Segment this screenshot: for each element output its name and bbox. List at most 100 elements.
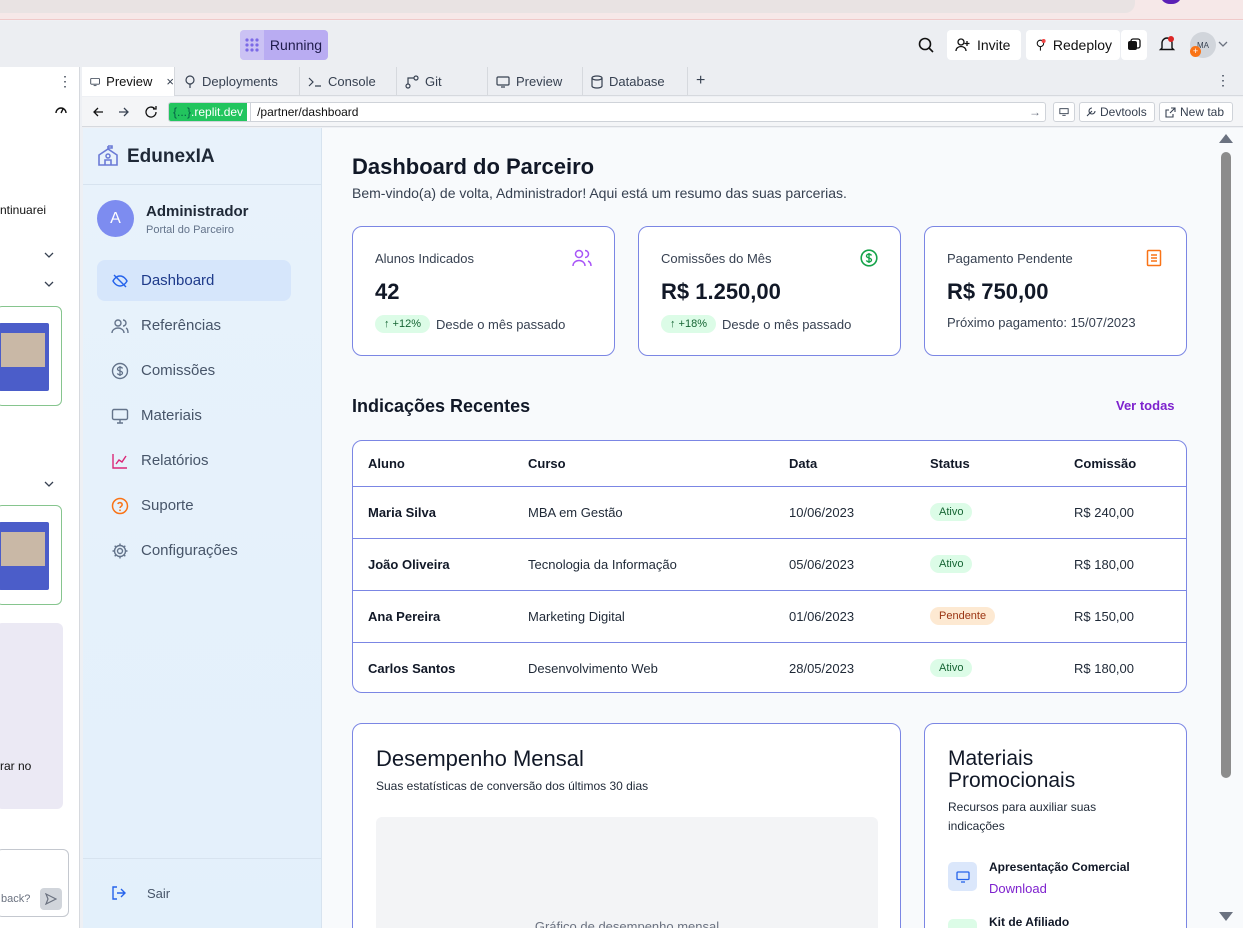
tab-label: Preview (106, 74, 153, 89)
avatar[interactable]: A (97, 200, 134, 237)
running-button[interactable]: Running (240, 30, 328, 60)
sidebar-item-dashboard[interactable]: Dashboard (97, 260, 291, 301)
column-header: Data (789, 441, 930, 487)
brand-name: EdunexIA (127, 146, 215, 167)
close-icon[interactable]: × (166, 74, 174, 89)
cell-data: 10/06/2023 (789, 486, 930, 539)
download-link[interactable]: Download (989, 881, 1047, 896)
redeploy-button[interactable]: Redeploy (1026, 30, 1120, 60)
kebab-menu-icon[interactable]: ⋮ (58, 73, 72, 90)
chat-input[interactable]: back? (0, 849, 69, 917)
kit-icon (948, 919, 977, 928)
logout-button[interactable]: Sair (111, 885, 170, 901)
sidebar-item-label: Dashboard (141, 272, 215, 289)
chat-text: rar no (0, 759, 32, 773)
performance-card: Desempenho Mensal Suas estatísticas de c… (352, 723, 901, 928)
page-title: Dashboard do Parceiro (352, 154, 595, 179)
tab-git[interactable]: Git (397, 67, 488, 96)
divider (83, 858, 321, 859)
tab-database[interactable]: Database (583, 67, 688, 96)
bell-icon[interactable] (1158, 35, 1176, 53)
chevron-down-icon[interactable] (1218, 40, 1228, 48)
status-badge: Pendente (930, 607, 996, 625)
sidebar-item-suporte[interactable]: Suporte (97, 485, 291, 526)
main-content: Dashboard do Parceiro Bem-vindo(a) de vo… (322, 128, 1218, 928)
chevron-down-icon[interactable] (44, 480, 54, 488)
new-tab-button[interactable]: New tab (1159, 102, 1233, 122)
tab-preview[interactable]: Preview × (82, 67, 175, 96)
stat-card-alunos: Alunos Indicados 42 ↑ +12% Desde o mês p… (352, 226, 615, 356)
tab-preview-2[interactable]: Preview (488, 67, 583, 96)
sidebar-item-configuracoes[interactable]: Configurações (97, 530, 291, 571)
stat-note: Próximo pagamento: 15/07/2023 (947, 315, 1136, 330)
scroll-down-icon[interactable] (1219, 912, 1233, 921)
search-icon[interactable] (916, 35, 936, 55)
eye-off-icon (112, 274, 128, 287)
stat-label: Pagamento Pendente (947, 251, 1073, 266)
section-title: Indicações Recentes (352, 396, 531, 416)
sidebar-item-label: Comissões (141, 362, 216, 379)
database-icon (591, 74, 603, 89)
cell-curso: MBA em Gestão (528, 486, 789, 539)
profile-icon[interactable] (1160, 0, 1182, 4)
speedometer-icon[interactable] (54, 103, 68, 117)
invite-button[interactable]: Invite (947, 30, 1021, 60)
cell-aluno: Carlos Santos (368, 660, 456, 676)
sidebar-item-relatorios[interactable]: Relatórios (97, 440, 291, 481)
table-row[interactable]: Carlos Santos Desenvolvimento Web 28/05/… (353, 642, 1186, 692)
tab-deployments[interactable]: Deployments (176, 67, 300, 96)
sidebar-item-comissoes[interactable]: Comissões (97, 350, 291, 391)
table-row[interactable]: João Oliveira Tecnologia da Informação 0… (353, 538, 1186, 591)
domain-label: {...}.replit.dev (169, 103, 248, 121)
screenshot-thumbnail[interactable] (0, 306, 62, 406)
view-all-link[interactable]: Ver todas (1116, 398, 1175, 413)
cell-curso: Desenvolvimento Web (528, 660, 658, 676)
card-subtitle: Recursos para auxiliar suas indicações (948, 800, 1097, 833)
back-arrow-icon[interactable] (92, 106, 104, 118)
logout-label: Sair (147, 885, 171, 901)
user-name: Administrador (146, 203, 249, 220)
kebab-menu-icon[interactable]: ⋮ (1216, 72, 1230, 89)
dollar-icon (111, 362, 129, 379)
avatar[interactable]: MA + (1190, 32, 1216, 58)
logout-icon (112, 886, 126, 900)
screen-button[interactable] (1053, 102, 1075, 122)
referrals-table: Aluno Curso Data Status Comissão Maria S… (352, 440, 1187, 693)
forward-arrow-icon[interactable] (118, 106, 130, 118)
send-icon[interactable] (40, 888, 62, 910)
cell-comissao: R$ 240,00 (1074, 486, 1186, 539)
sidebar-item-label: Relatórios (141, 452, 209, 469)
new-tab-label: New tab (1180, 105, 1225, 119)
monitor-icon (90, 77, 100, 86)
refresh-icon[interactable] (144, 105, 158, 119)
cell-curso: Marketing Digital (528, 590, 789, 643)
wrench-icon (1086, 106, 1096, 116)
tab-console[interactable]: Console (300, 67, 397, 96)
scrollbar[interactable] (1218, 128, 1243, 928)
cell-comissao: R$ 180,00 (1074, 538, 1186, 591)
layers-button[interactable] (1121, 30, 1147, 60)
document-icon (1146, 249, 1162, 267)
go-arrow-icon[interactable]: → (1029, 105, 1041, 119)
running-label: Running (264, 30, 328, 60)
scroll-up-icon[interactable] (1219, 134, 1233, 143)
chevron-down-icon[interactable] (44, 251, 54, 259)
sidebar-item-materiais[interactable]: Materiais (97, 395, 291, 436)
url-field[interactable]: {...}.replit.dev /partner/dashboard → (168, 102, 1046, 122)
screenshot-thumbnail[interactable] (0, 505, 62, 605)
tab-label: Console (328, 74, 376, 89)
gear-icon (112, 543, 128, 558)
sidebar-item-label: Configurações (141, 542, 238, 559)
chevron-down-icon[interactable] (44, 280, 54, 288)
sidebar-item-referencias[interactable]: Referências (97, 305, 291, 346)
table-row[interactable]: Maria Silva MBA em Gestão 10/06/2023 Ati… (353, 486, 1186, 539)
devtools-button[interactable]: Devtools (1079, 102, 1155, 122)
trend-badge: ↑ +12% (375, 315, 430, 333)
sidebar: EdunexIA A Administrador Portal do Parce… (83, 128, 322, 928)
scroll-thumb[interactable] (1221, 152, 1231, 778)
user-role: Portal do Parceiro (146, 224, 235, 236)
table-row[interactable]: Ana Pereira Marketing Digital 01/06/2023… (353, 590, 1186, 643)
new-tab-plus-icon[interactable]: + (696, 72, 705, 90)
chat-placeholder: back? (1, 893, 31, 905)
tab-label: Deployments (202, 74, 278, 89)
